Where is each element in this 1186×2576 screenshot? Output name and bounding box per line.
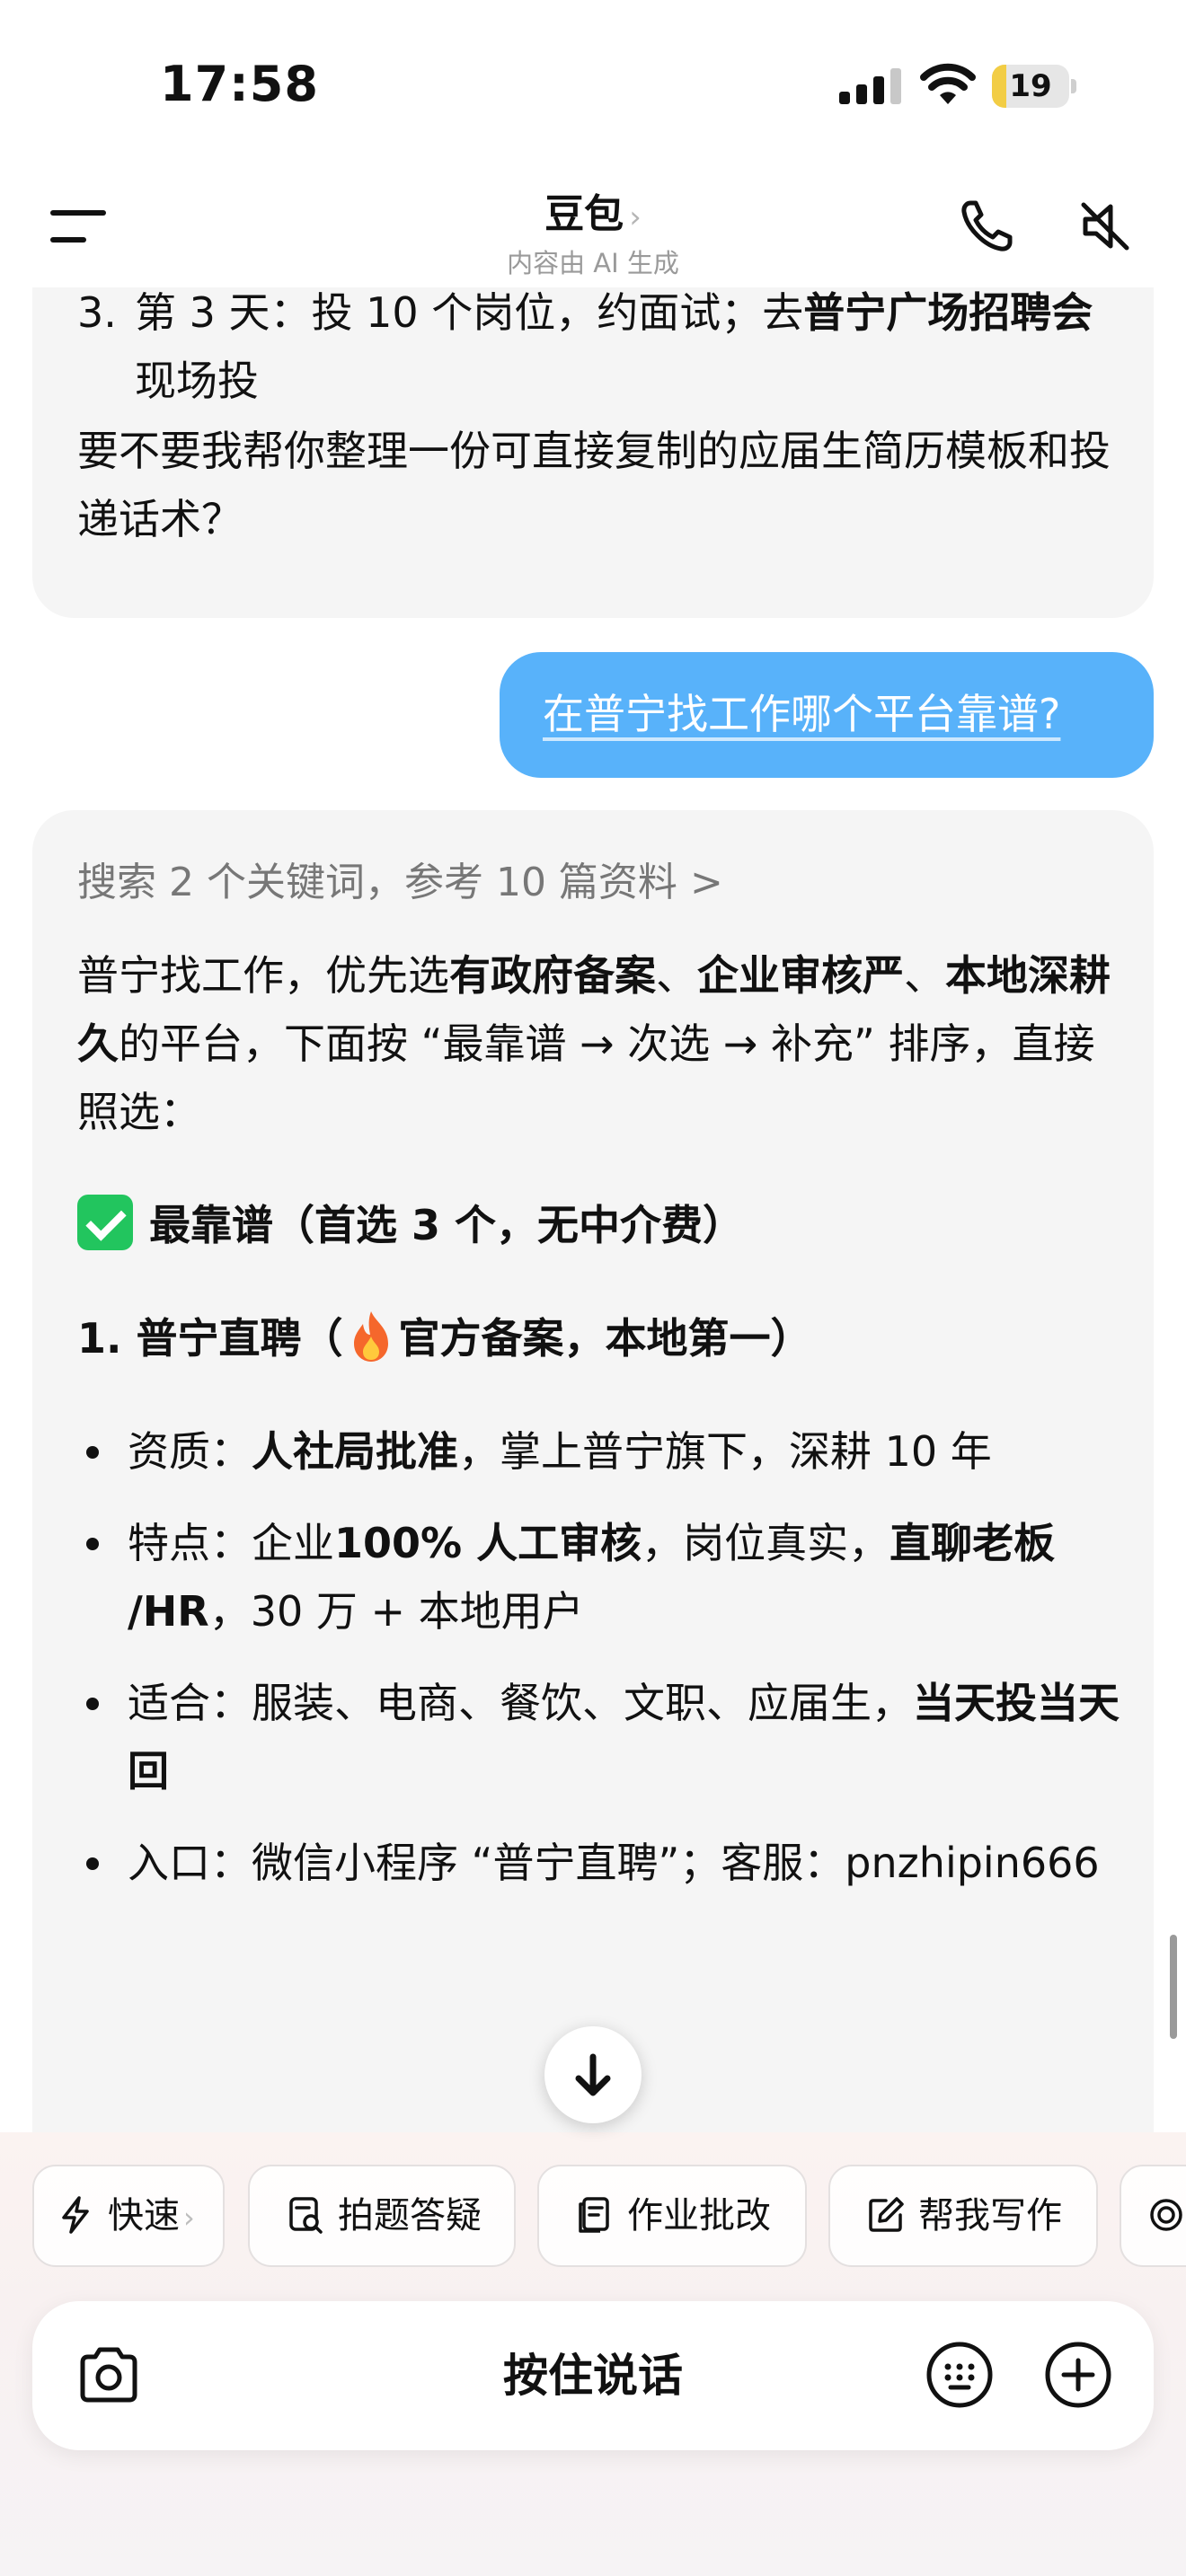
more-feature-icon [1150, 2199, 1182, 2231]
scrollbar[interactable] [1170, 1935, 1177, 2039]
edit-icon [869, 2197, 904, 2232]
search-references-text: 搜索 2 个关键词，参考 10 篇资料 [77, 860, 677, 905]
quick-action-bar[interactable]: 快速 › 拍题答疑 作业批改 帮我写作 [32, 2165, 1186, 2267]
chip-label: 作业批改 [627, 2195, 771, 2236]
bot-name: 豆包 [544, 191, 624, 237]
search-references-link[interactable]: 搜索 2 个关键词，参考 10 篇资料 > [77, 850, 723, 907]
composer-bar: 按住说话 [32, 2301, 1154, 2450]
cellular-signal-icon [839, 68, 901, 104]
item-heading: 1. 普宁直聘（ 官方备案，本地第一） [77, 1304, 812, 1372]
chat-scroll-area[interactable]: 3. 第 3 天：投 10 个岗位，约面试；去普宁广场招聘会现场投 要不要我帮你… [0, 287, 1186, 2132]
fire-icon [353, 1311, 388, 1362]
list-item: 特点：企业100% 人工审核，岗位真实，直聊老板 /HR，30 万 + 本地用户 [77, 1509, 1128, 1645]
list-text: 第 3 天：投 10 个岗位，约面试；去 [135, 288, 804, 337]
answer-intro: 普宁找工作，优先选有政府备案、企业审核严、本地深耕久的平台，下面按 “最靠谱 →… [77, 951, 1111, 1136]
chip-label: 帮我写作 [918, 2195, 1062, 2236]
photo-search-icon [289, 2197, 323, 2234]
user-message[interactable]: 在普宁找工作哪个平台靠谱? [500, 652, 1154, 778]
chip-fast[interactable]: 快速 › [32, 2165, 225, 2267]
chevron-right-icon: > [689, 860, 723, 905]
section-heading-text: 最靠谱（首选 3 个，无中介费） [149, 1201, 745, 1249]
scroll-to-bottom-button[interactable] [544, 2026, 642, 2123]
camera-icon[interactable] [74, 2341, 144, 2411]
chevron-right-icon: › [183, 2201, 195, 2235]
list-item: 入口：微信小程序 “普宁直聘”；客服：pnzhipin666 [77, 1829, 1128, 1897]
status-bar: 17:58 19 [0, 0, 1186, 171]
ai-message: 搜索 2 个关键词，参考 10 篇资料 > 普宁找工作，优先选有政府备案、企业审核… [32, 810, 1154, 2132]
list-item: 资质：人社局批准，掌上普宁旗下，深耕 10 年 [77, 1417, 1128, 1486]
battery-icon: 19 [992, 65, 1076, 108]
detail-list: 资质：人社局批准，掌上普宁旗下，深耕 10 年 特点：企业100% 人工审核，岗… [77, 1417, 1128, 1920]
list-item: 适合：服装、电商、餐饮、文职、应届生，当天投当天回 [77, 1669, 1128, 1805]
section-heading: 最靠谱（首选 3 个，无中介费） [77, 1191, 744, 1259]
list-text-bold: 普宁广场招聘会 [803, 288, 1093, 337]
user-message-text: 在普宁找工作哪个平台靠谱? [543, 690, 1061, 738]
phone-icon[interactable] [958, 198, 1015, 255]
lightning-icon [62, 2196, 89, 2234]
chevron-right-icon: › [629, 199, 642, 235]
ai-message-previous: 3. 第 3 天：投 10 个岗位，约面试；去普宁广场招聘会现场投 要不要我帮你… [32, 287, 1154, 618]
wifi-icon [920, 63, 976, 104]
chat-header: 豆包 › 内容由 AI 生成 [0, 171, 1186, 287]
followup-question: 要不要我帮你整理一份可直接复制的应届生简历模板和投递话术？ [77, 427, 1111, 543]
speaker-mute-icon[interactable] [1076, 198, 1134, 255]
list-text: 现场投 [135, 357, 259, 405]
check-mark-icon [77, 1195, 133, 1250]
chip-homework-check[interactable]: 作业批改 [537, 2165, 807, 2267]
plus-icon[interactable] [1042, 2339, 1114, 2411]
chip-label: 快速 [108, 2195, 180, 2236]
list-number: 3. [77, 288, 117, 337]
homework-check-icon [579, 2197, 609, 2233]
status-time: 17:58 [160, 56, 319, 112]
chip-label: 拍题答疑 [338, 2195, 482, 2236]
bottom-input-area: 快速 › 拍题答疑 作业批改 帮我写作 按住说话 [0, 2132, 1186, 2576]
chip-more[interactable] [1120, 2165, 1186, 2267]
chip-help-me-write[interactable]: 帮我写作 [828, 2165, 1098, 2267]
battery-level: 19 [1009, 68, 1052, 104]
chip-photo-question[interactable]: 拍题答疑 [248, 2165, 516, 2267]
keyboard-icon[interactable] [924, 2339, 996, 2411]
